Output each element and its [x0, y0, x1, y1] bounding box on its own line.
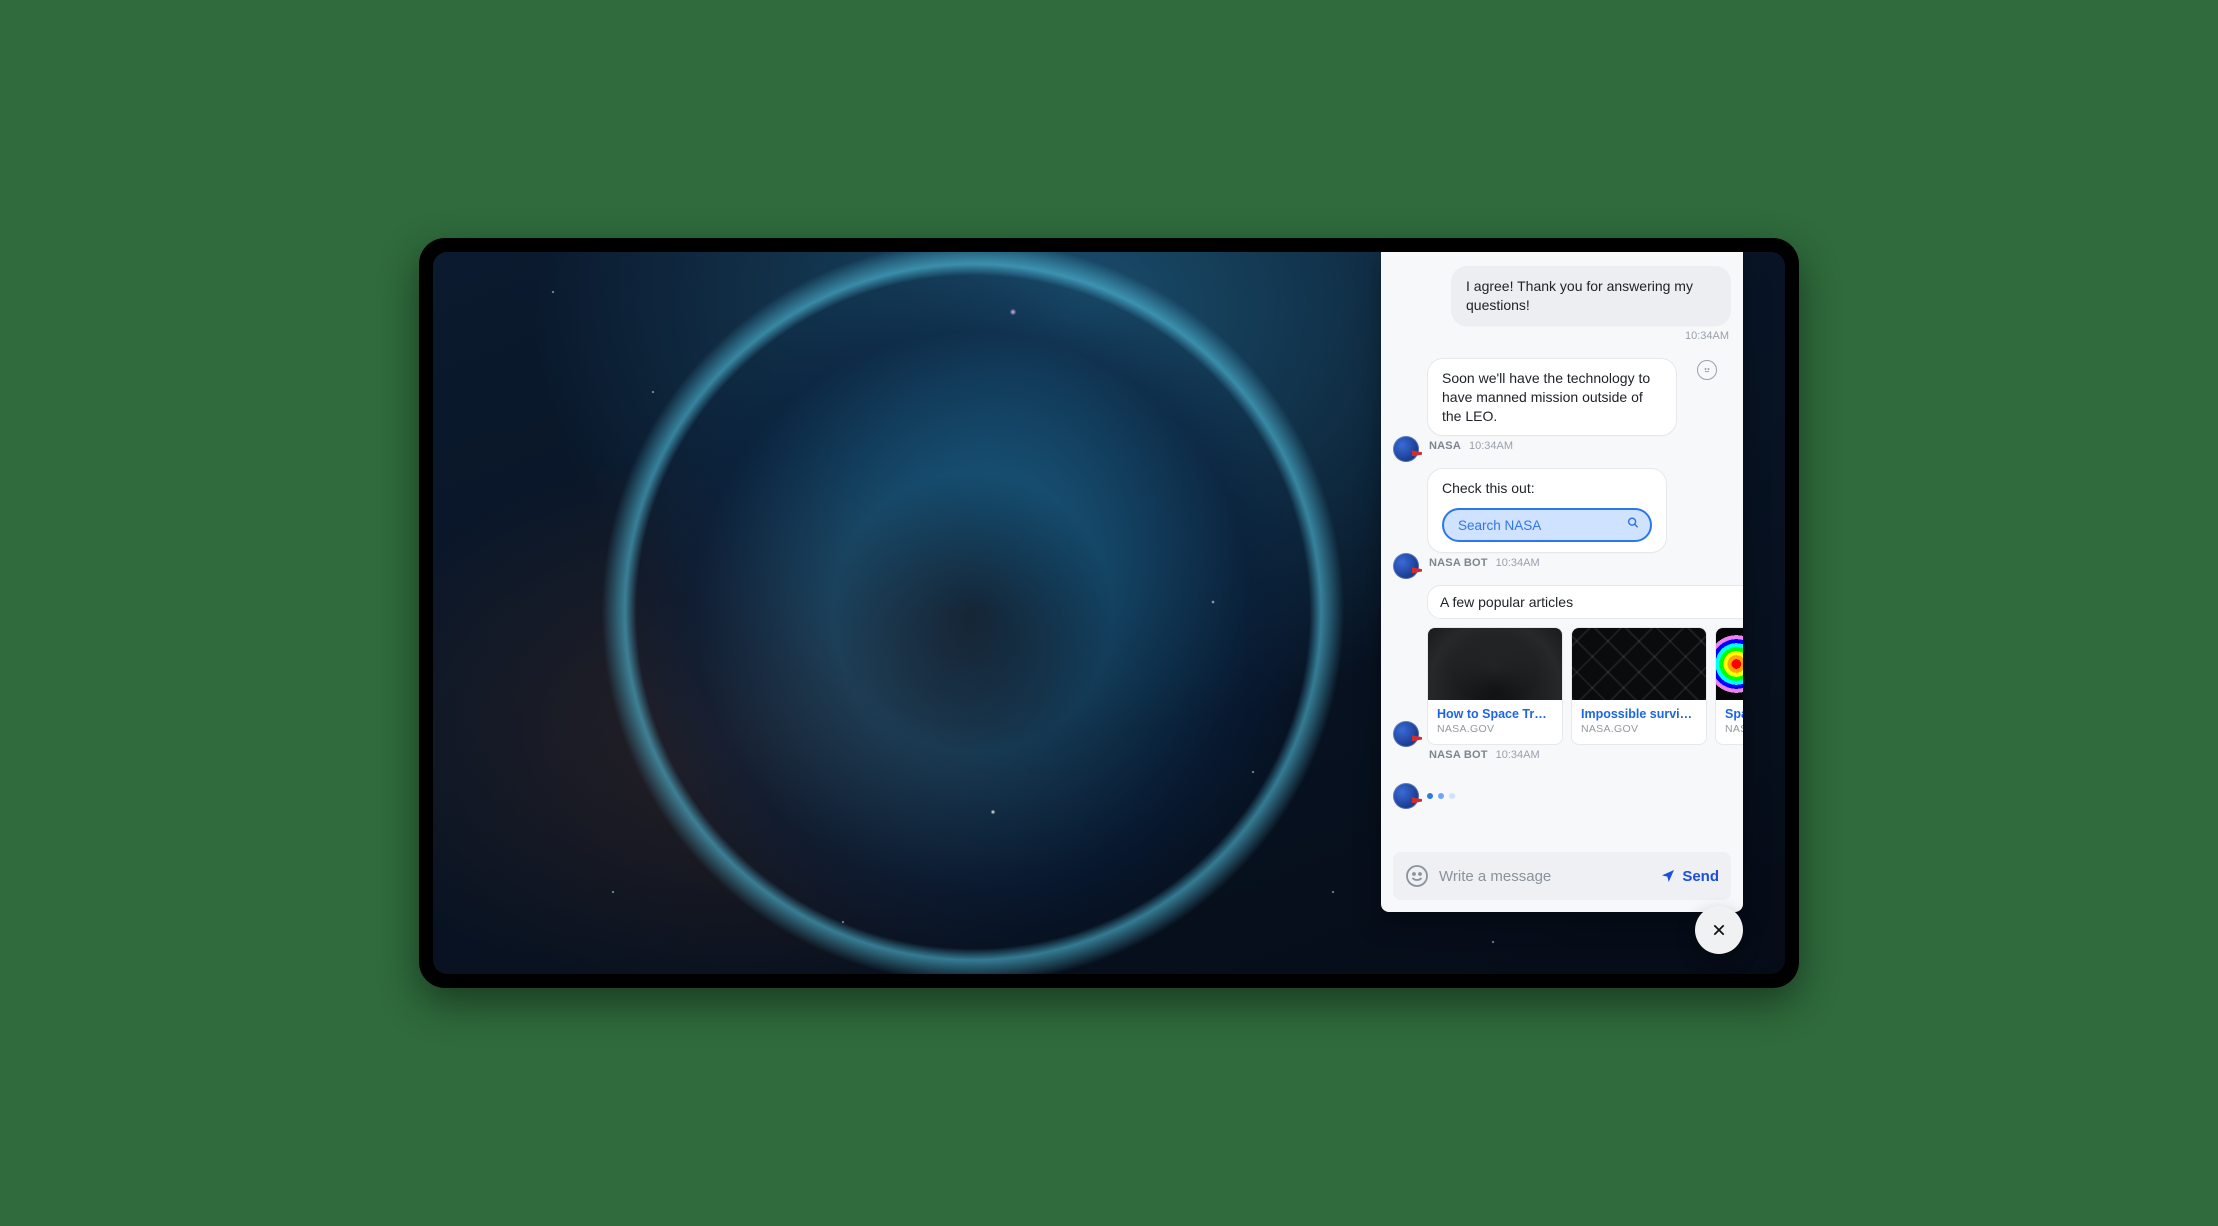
bot-search-prompt: Check this out:: [1442, 479, 1652, 498]
typing-indicator: [1393, 777, 1731, 811]
bot-name: NASA BOT: [1429, 749, 1488, 761]
nasa-avatar-icon: [1393, 436, 1419, 462]
message-row-agent: Soon we'll have the technology to have m…: [1393, 358, 1731, 463]
search-input[interactable]: [1442, 508, 1652, 542]
user-message-bubble: I agree! Thank you for answering my ques…: [1451, 266, 1731, 326]
user-message-time: 10:34AM: [1685, 330, 1729, 342]
close-icon: [1711, 922, 1727, 938]
emoji-picker-icon[interactable]: [1405, 864, 1429, 888]
bot-name: NASA BOT: [1429, 557, 1488, 569]
articles-meta: NASA BOT 10:34AM: [1429, 749, 1743, 761]
bot-time: 10:34AM: [1496, 749, 1540, 761]
agent-name: NASA: [1429, 440, 1461, 452]
article-thumb-icon: [1428, 628, 1562, 700]
bot-search-bubble: Check this out:: [1427, 468, 1667, 553]
message-row-articles: A few popular articles How to Space Trav…: [1393, 585, 1731, 771]
nasa-avatar-icon: [1393, 721, 1419, 747]
chat-widget: I agree! Thank you for answering my ques…: [1381, 252, 1743, 912]
agent-time: 10:34AM: [1469, 440, 1513, 452]
composer: Send: [1393, 852, 1731, 900]
article-source: NASA.GOV: [1581, 723, 1697, 735]
article-source: NASA.GOV: [1437, 723, 1553, 735]
article-title: How to Space Travel: [1437, 707, 1553, 721]
message-row-user: I agree! Thank you for answering my ques…: [1393, 266, 1731, 352]
article-thumb-icon: [1716, 628, 1743, 700]
wallpaper-nebula: I agree! Thank you for answering my ques…: [433, 252, 1785, 974]
agent-message-meta: NASA 10:34AM: [1429, 440, 1675, 452]
article-thumb-icon: [1572, 628, 1706, 700]
article-card[interactable]: Spa NAS: [1715, 627, 1743, 745]
article-carousel[interactable]: How to Space Travel NASA.GOV Impossible …: [1427, 627, 1743, 745]
bot-search-meta: NASA BOT 10:34AM: [1429, 557, 1665, 569]
bot-time: 10:34AM: [1496, 557, 1540, 569]
react-smiley-icon[interactable]: [1697, 360, 1717, 380]
article-card[interactable]: How to Space Travel NASA.GOV: [1427, 627, 1563, 745]
typing-dots-icon: [1427, 793, 1455, 799]
send-icon: [1660, 868, 1676, 884]
nasa-avatar-icon: [1393, 783, 1419, 809]
article-title: Impossible survival: [1581, 707, 1697, 721]
message-input[interactable]: [1439, 868, 1650, 885]
article-title: Spa: [1725, 707, 1743, 721]
search-icon[interactable]: [1626, 516, 1640, 535]
chat-message-list[interactable]: I agree! Thank you for answering my ques…: [1381, 252, 1743, 840]
nasa-avatar-icon: [1393, 553, 1419, 579]
message-row-bot-search: Check this out: NASA BOT: [1393, 468, 1731, 579]
article-card[interactable]: Impossible survival NASA.GOV: [1571, 627, 1707, 745]
article-source: NAS: [1725, 723, 1743, 735]
send-label: Send: [1682, 868, 1719, 885]
articles-heading: A few popular articles: [1427, 585, 1743, 619]
agent-message-bubble: Soon we'll have the technology to have m…: [1427, 358, 1677, 437]
send-button[interactable]: Send: [1660, 868, 1719, 885]
close-chat-button[interactable]: [1695, 906, 1743, 954]
device-frame: I agree! Thank you for answering my ques…: [419, 238, 1799, 988]
